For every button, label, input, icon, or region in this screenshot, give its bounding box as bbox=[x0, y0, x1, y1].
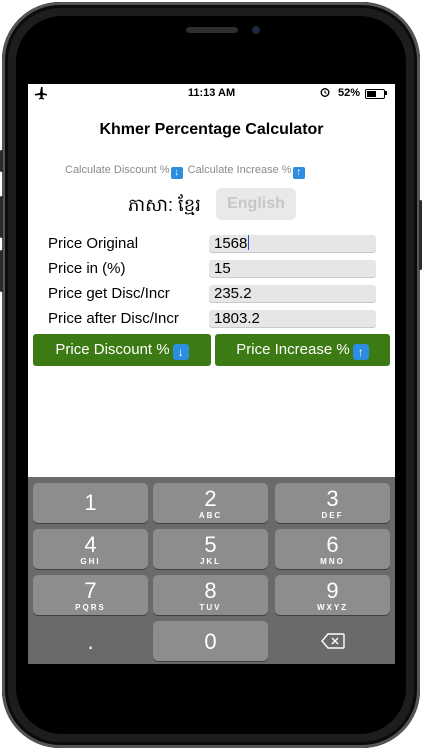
key-9[interactable]: 9 WXYZ bbox=[275, 575, 390, 615]
price-increase-label: Price Increase % bbox=[236, 341, 350, 358]
key-3[interactable]: 3 DEF bbox=[275, 483, 390, 523]
arrow-down-icon: ↓ bbox=[172, 344, 189, 360]
key-digit: 9 bbox=[326, 578, 339, 603]
key-5[interactable]: 5 JKL bbox=[153, 529, 268, 569]
key-1[interactable]: 1 bbox=[33, 483, 148, 523]
key-digit: 6 bbox=[326, 532, 339, 557]
calc-links: Calculate Discount % ↓ Calculate Increase… bbox=[65, 164, 305, 179]
key-digit: 8 bbox=[204, 578, 217, 603]
battery-icon bbox=[365, 89, 385, 99]
language-label: ភាសា: ខ្មែរ bbox=[128, 195, 201, 215]
price-increase-button[interactable]: Price Increase % ↑ bbox=[215, 334, 390, 366]
alarm-icon bbox=[320, 88, 330, 97]
price-percent-label: Price in (%) bbox=[48, 260, 126, 277]
price-after-input[interactable]: 1803.2 bbox=[209, 310, 376, 328]
key-letters: WXYZ bbox=[316, 603, 349, 612]
key-letters: GHI bbox=[80, 557, 101, 566]
price-discount-label: Price Discount % bbox=[55, 341, 170, 358]
english-button[interactable]: English bbox=[216, 188, 296, 220]
text-caret bbox=[248, 235, 250, 250]
screen: 11:13 AM 52% Khmer Percentage Calculator… bbox=[28, 84, 395, 664]
key-digit: 1 bbox=[84, 490, 97, 515]
key-digit: 7 bbox=[84, 578, 97, 603]
key-digit: . bbox=[87, 629, 94, 654]
numeric-keypad: 1 2 ABC 3 DEF 4 GHI 5 JKL 6 MNO 7 PQRS 8… bbox=[28, 477, 395, 664]
key-0[interactable]: 0 bbox=[153, 621, 268, 661]
price-original-input[interactable]: 1568 bbox=[209, 235, 376, 253]
key-2[interactable]: 2 ABC bbox=[153, 483, 268, 523]
calc-increase-link[interactable]: Calculate Increase % ↑ bbox=[188, 164, 305, 179]
key-decimal[interactable]: . bbox=[33, 621, 148, 661]
key-digit: 4 bbox=[84, 532, 97, 557]
key-letters: PQRS bbox=[75, 603, 106, 612]
front-camera bbox=[252, 26, 260, 34]
key-digit: 2 bbox=[204, 486, 217, 511]
key-letters: TUV bbox=[199, 603, 222, 612]
price-discount-button[interactable]: Price Discount % ↓ bbox=[33, 334, 211, 366]
key-letters: ABC bbox=[198, 511, 223, 520]
key-letters: DEF bbox=[321, 511, 344, 520]
key-delete[interactable] bbox=[275, 621, 390, 661]
key-6[interactable]: 6 MNO bbox=[275, 529, 390, 569]
battery-percentage: 52% bbox=[338, 87, 361, 99]
key-digit: 0 bbox=[204, 629, 217, 654]
key-letters: MNO bbox=[320, 557, 345, 566]
status-bar: 11:13 AM 52% bbox=[28, 84, 395, 104]
arrow-up-icon: ↑ bbox=[352, 344, 369, 360]
price-percent-input[interactable]: 15 bbox=[209, 260, 376, 278]
mute-switch bbox=[0, 150, 3, 172]
arrow-down-icon: ↓ bbox=[170, 167, 183, 179]
volume-down-button bbox=[0, 250, 3, 292]
key-8[interactable]: 8 TUV bbox=[153, 575, 268, 615]
volume-up-button bbox=[0, 196, 3, 238]
key-letters: JKL bbox=[199, 557, 222, 566]
price-change-input[interactable]: 235.2 bbox=[209, 285, 376, 303]
price-original-label: Price Original bbox=[48, 235, 139, 252]
key-4[interactable]: 4 GHI bbox=[33, 529, 148, 569]
price-change-label: Price get Disc/Incr bbox=[48, 285, 170, 302]
calc-discount-link[interactable]: Calculate Discount % ↓ bbox=[65, 164, 183, 179]
earpiece-speaker bbox=[186, 27, 238, 33]
price-after-label: Price after Disc/Incr bbox=[48, 310, 179, 327]
key-digit: 3 bbox=[326, 486, 339, 511]
battery-nub bbox=[385, 91, 387, 95]
app-title: Khmer Percentage Calculator bbox=[99, 121, 324, 138]
key-7[interactable]: 7 PQRS bbox=[33, 575, 148, 615]
backspace-icon bbox=[321, 633, 345, 649]
key-digit: 5 bbox=[204, 532, 217, 557]
arrow-up-icon: ↑ bbox=[292, 167, 305, 179]
